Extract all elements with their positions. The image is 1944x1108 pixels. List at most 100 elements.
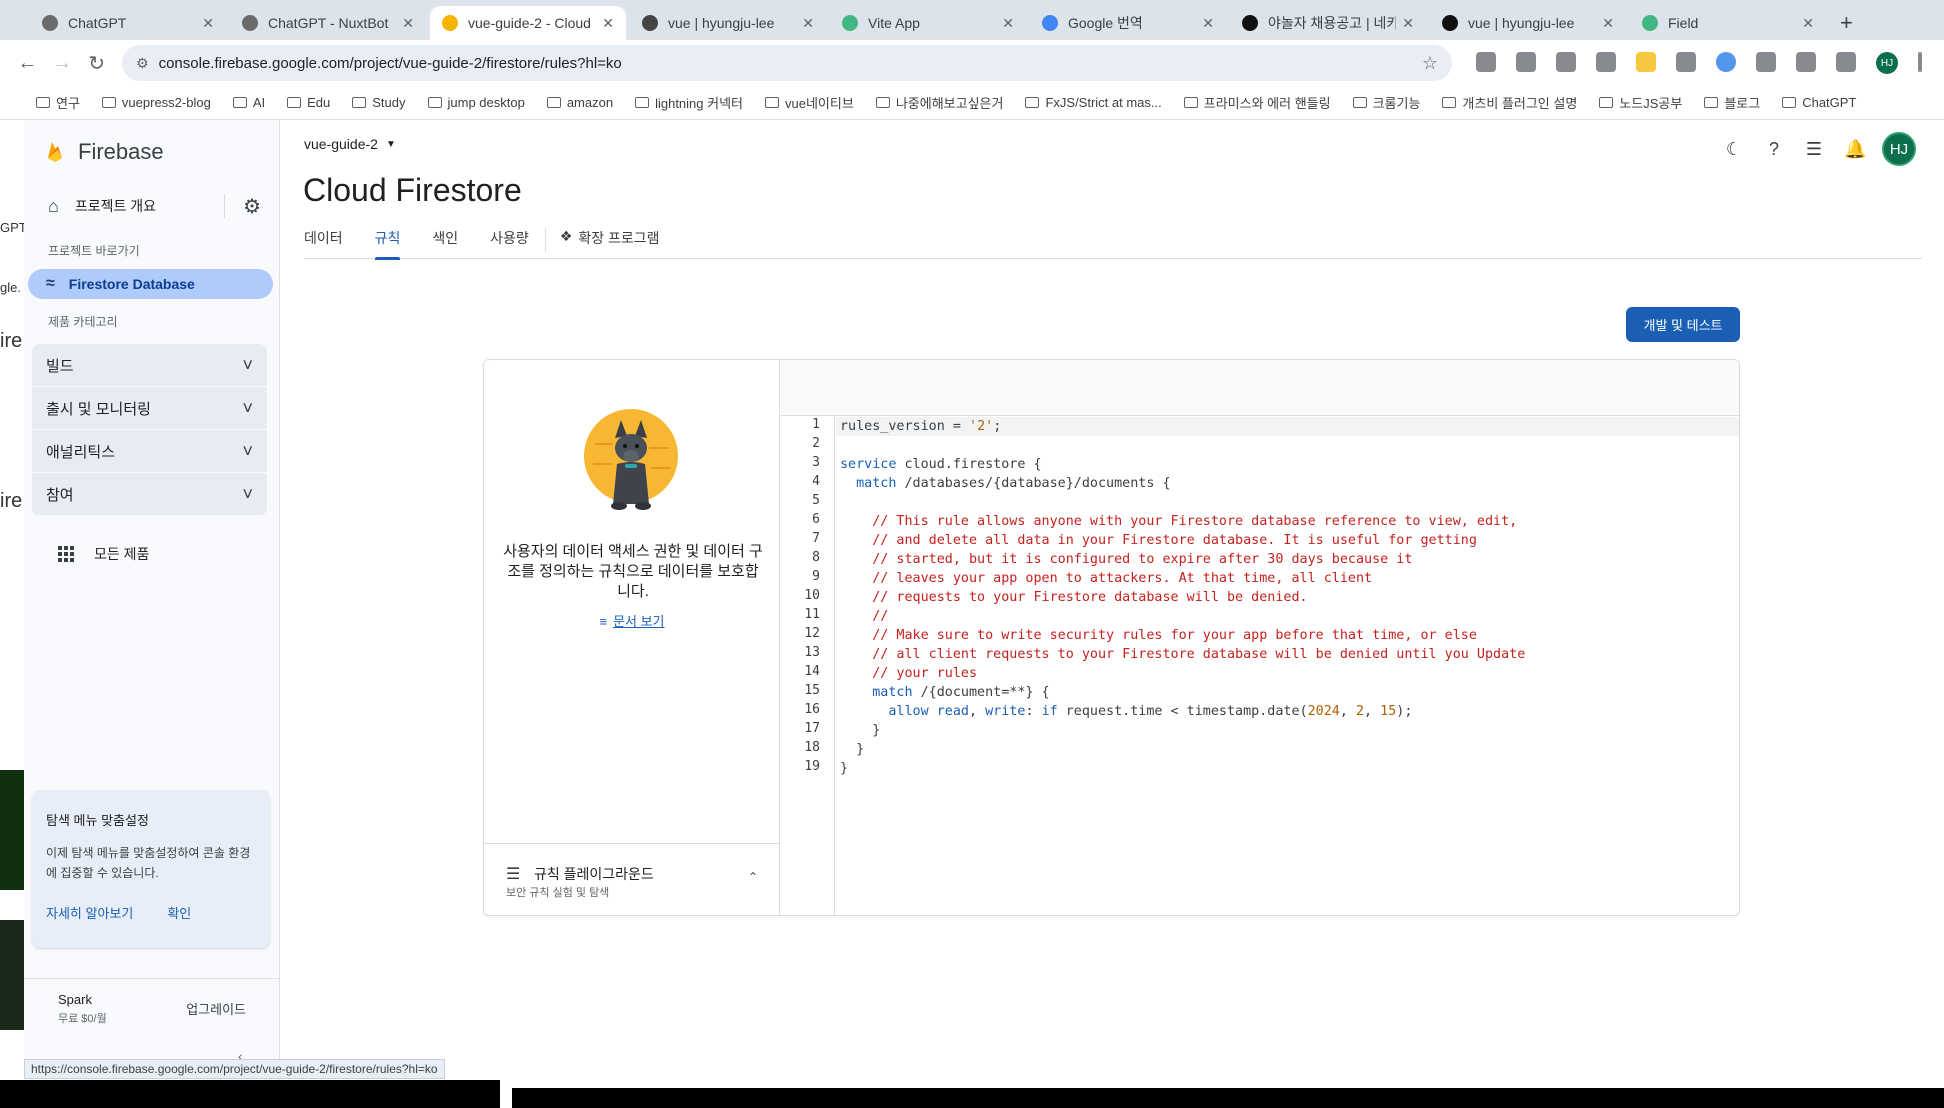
project-overview-link[interactable]: ⌂ 프로젝트 개요 ⚙	[24, 184, 279, 228]
bookmark-item[interactable]: lightning 커넥터	[635, 93, 743, 112]
profile-avatar[interactable]: HJ	[1876, 52, 1899, 74]
rules-playground-toggle[interactable]: ☰ 규칙 플레이그라운드 보안 규칙 실험 및 탐색 ⌃	[484, 843, 780, 915]
side-panel-icon[interactable]	[1836, 52, 1857, 72]
project-switcher[interactable]: vue-guide-2 ▼	[304, 136, 396, 152]
bookmark-item[interactable]: jump desktop	[427, 95, 525, 110]
extension-icon[interactable]	[1676, 52, 1697, 72]
tab-close-icon[interactable]: ✕	[1002, 15, 1014, 32]
bookmark-item[interactable]: vuepress2-blog	[101, 95, 211, 110]
bookmark-item[interactable]: vue네이티브	[765, 93, 854, 112]
bookmark-item[interactable]: 연구	[36, 93, 80, 112]
bookmark-item[interactable]: 프라미스와 에러 핸들링	[1183, 93, 1331, 112]
dev-and-test-button[interactable]: 개발 및 테스트	[1626, 307, 1740, 342]
firestore-tabs: 데이터 규칙 색인 사용량 ❖ 확장 프로그램	[304, 228, 1922, 260]
chevron-up-icon[interactable]: ⌃	[748, 870, 758, 884]
category-3[interactable]: 애널리틱스 ˅	[32, 430, 267, 473]
tab-title: 야놀자 채용공고 | 네카라	[1268, 15, 1397, 31]
account-avatar[interactable]: HJ	[1882, 132, 1916, 166]
browser-tab[interactable]: ChatGPT ✕	[30, 6, 226, 40]
extension-icon[interactable]	[1636, 52, 1657, 72]
extension-icon[interactable]	[1716, 52, 1737, 72]
folder-icon	[1183, 97, 1198, 108]
extension-icon[interactable]	[1556, 52, 1577, 72]
category-2[interactable]: 출시 및 모니터링 ˅	[32, 387, 267, 430]
tab-1[interactable]: 데이터	[304, 228, 343, 259]
page-title: Cloud Firestore	[303, 172, 522, 208]
tab-extensions[interactable]: ❖ 확장 프로그램	[560, 228, 660, 259]
help-icon[interactable]: ?	[1764, 139, 1784, 160]
sidebar-item-firestore[interactable]: ≈ Firestore Database	[28, 269, 273, 299]
browser-tab[interactable]: Field ✕	[1630, 6, 1826, 40]
learn-more-link[interactable]: 자세히 알아보기	[46, 903, 133, 922]
gear-icon[interactable]: ⚙	[243, 194, 261, 219]
bookmark-item[interactable]: 개츠비 플러그인 설명	[1442, 93, 1577, 112]
tab-close-icon[interactable]: ✕	[1202, 15, 1214, 32]
code-line: // all client requests to your Firestore…	[872, 647, 1526, 662]
new-tab-button[interactable]: +	[1830, 6, 1863, 40]
bookmark-item[interactable]: 블로그	[1704, 93, 1760, 112]
bookmark-item[interactable]: Edu	[287, 95, 330, 110]
tab-close-icon[interactable]: ✕	[202, 15, 214, 32]
forward-icon[interactable]: →	[47, 46, 78, 80]
browser-tab[interactable]: Google 번역 ✕	[1030, 6, 1226, 40]
tab-2[interactable]: 규칙	[374, 228, 400, 260]
tab-3[interactable]: 색인	[432, 228, 458, 259]
camera-icon[interactable]	[1596, 52, 1617, 72]
line-number: 6	[812, 512, 820, 527]
line-number: 1	[812, 417, 820, 432]
browser-tab[interactable]: ChatGPT - NuxtBot ✕	[230, 6, 426, 40]
playground-title: 규칙 플레이그라운드	[534, 866, 654, 882]
extension-puzzle-icon: ❖	[559, 228, 573, 244]
code-line: // This rule allows anyone with your Fir…	[872, 514, 1518, 529]
tab-close-icon[interactable]: ✕	[1402, 15, 1414, 32]
extension-icon[interactable]	[1516, 52, 1537, 72]
firebase-logo-icon	[48, 142, 62, 162]
reload-icon[interactable]: ↻	[81, 46, 112, 80]
bookmark-item[interactable]: 노드JS공부	[1599, 93, 1682, 112]
tab-close-icon[interactable]: ✕	[1802, 15, 1814, 32]
notifications-icon[interactable]: 🔔	[1844, 139, 1866, 160]
tab-4[interactable]: 사용량	[490, 228, 529, 259]
bookmark-item[interactable]: AI	[232, 95, 265, 110]
rules-code-editor[interactable]: rules_version = '2'; service cloud.firest…	[836, 417, 1739, 915]
bookmark-item[interactable]: ChatGPT	[1782, 95, 1856, 110]
site-info-icon[interactable]: ⚙	[136, 55, 149, 72]
browser-tab[interactable]: vue-guide-2 - Cloud F ✕	[430, 6, 626, 40]
browser-tab[interactable]: 야놀자 채용공고 | 네카라 ✕	[1230, 6, 1426, 40]
code-line: // leaves your app open to attackers. At…	[872, 571, 1373, 586]
bookmark-label: ChatGPT	[1802, 95, 1857, 110]
tab-close-icon[interactable]: ✕	[402, 15, 414, 32]
browser-tab[interactable]: vue | hyungju-lee ✕	[630, 6, 826, 40]
bookmark-item[interactable]: 나중에해보고싶은거	[875, 93, 1003, 112]
extension-icon[interactable]	[1476, 52, 1497, 72]
code-line: rules_version = '2';	[836, 417, 1739, 436]
upgrade-button[interactable]: 업그레이드	[186, 999, 246, 1018]
bookmark-item[interactable]: Study	[352, 95, 406, 110]
view-docs-link[interactable]: ≡ 문서 보기	[484, 611, 780, 630]
puzzle-icon[interactable]	[1756, 52, 1777, 72]
plan-price: 무료 $0/월	[58, 1012, 107, 1025]
release-notes-icon[interactable]: ☰	[1804, 139, 1824, 160]
address-bar[interactable]: ⚙ console.firebase.google.com/project/vu…	[122, 45, 1453, 81]
media-icon[interactable]	[1796, 52, 1817, 72]
bookmark-label: Edu	[307, 95, 331, 110]
category-1[interactable]: 빌드 ˅	[32, 344, 267, 387]
menu-icon[interactable]	[1918, 52, 1923, 72]
browser-tab[interactable]: vue | hyungju-lee ✕	[1430, 6, 1626, 40]
bookmark-star-icon[interactable]: ☆	[1422, 53, 1438, 74]
folder-icon	[1442, 97, 1457, 108]
category-4[interactable]: 참여 ˅	[32, 473, 267, 516]
bookmark-label: 프라미스와 에러 핸들링	[1203, 96, 1331, 111]
browser-tab[interactable]: Vite App ✕	[830, 6, 1026, 40]
tab-close-icon[interactable]: ✕	[602, 15, 614, 32]
bookmark-item[interactable]: 크롬기능	[1352, 93, 1420, 112]
tab-close-icon[interactable]: ✕	[802, 15, 814, 32]
dark-mode-icon[interactable]: ☾	[1724, 139, 1744, 160]
all-products-link[interactable]: 모든 제품	[24, 544, 279, 564]
bookmark-item[interactable]: FxJS/Strict at mas...	[1025, 95, 1162, 110]
back-icon[interactable]: ←	[12, 46, 43, 80]
bookmark-item[interactable]: amazon	[546, 95, 613, 110]
confirm-button[interactable]: 확인	[167, 903, 191, 922]
tab-close-icon[interactable]: ✕	[1602, 15, 1614, 32]
firebase-brand[interactable]: Firebase	[24, 120, 279, 170]
